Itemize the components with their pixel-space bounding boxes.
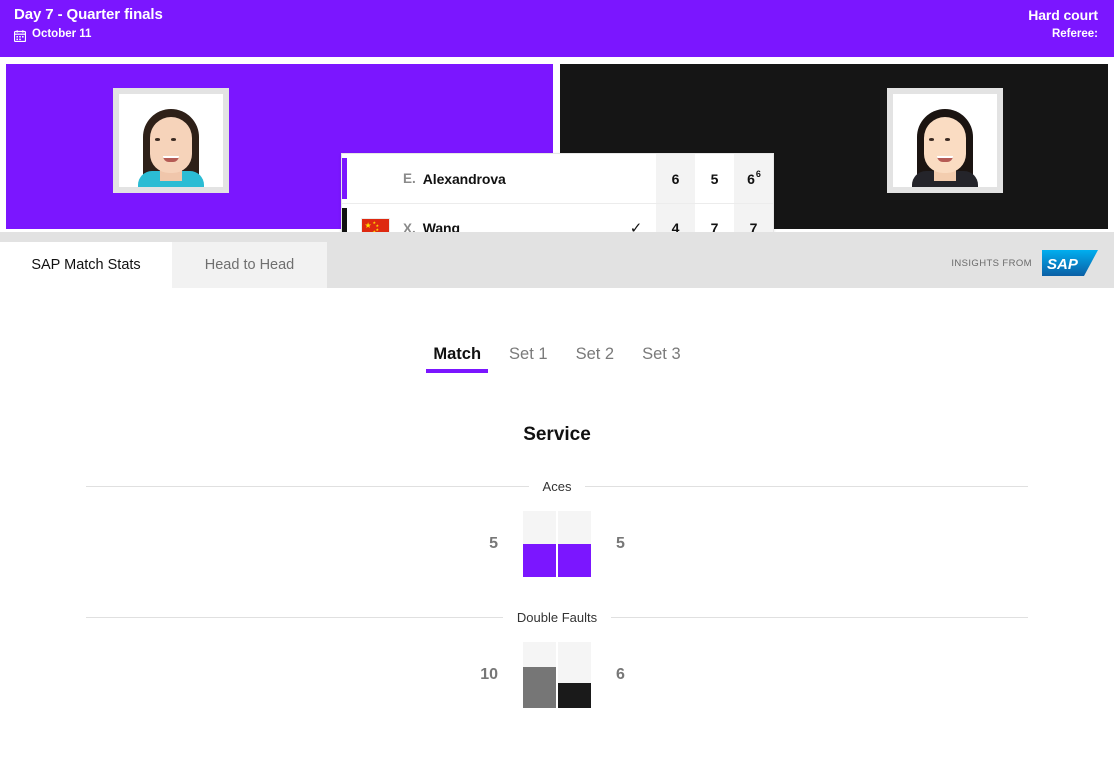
player-one-set1-score: 6 [656,154,695,203]
stat-label-aces: Aces [528,478,586,494]
player-one-set2-score: 5 [695,154,734,203]
setnav-item-set-1[interactable]: Set 1 [509,345,548,373]
player-one-winner-check [616,154,656,203]
tab-sap-match-stats-label: SAP Match Stats [31,257,141,273]
page-title: Day 7 - Quarter finals [14,6,163,23]
stat-block-double-faults: Double Faults 10 6 [0,609,1114,708]
player-one-initial: E. [403,171,416,186]
stat-label-double-faults: Double Faults [502,609,612,625]
player-one-set2-games: 5 [710,170,719,187]
stat-value-aces-right: 5 [616,535,625,552]
stat-bar-aces-right [558,511,591,577]
main-tabbar: SAP Match Stats Head to Head INSIGHTS FR… [0,232,1114,288]
setnav-item-set-2[interactable]: Set 2 [576,345,615,373]
player-two-set2-score: 7 [695,204,734,232]
tab-head-to-head-label: Head to Head [204,257,295,273]
player-one-photo [113,88,229,193]
player-two-set2-games: 7 [710,220,719,232]
scoreboard-row-player-one[interactable]: E. Alexandrova 6 5 66 [342,154,773,203]
stat-value-double-faults-left: 10 [480,666,498,683]
stat-divider-aces: Aces [86,478,1028,494]
setnav-item-match-label: Match [433,345,482,363]
tab-sap-match-stats[interactable]: SAP Match Stats [0,242,172,288]
player-two-set3-games: 7 [749,220,758,232]
china-flag-icon: ★ ★ ★ ★ ★ [361,219,389,232]
set-navigation: Match Set 1 Set 2 Set 3 [0,345,1114,373]
court-surface: Hard court [1028,7,1098,23]
stat-bar-double-faults-right [558,642,591,708]
player-two-photo [887,88,1003,193]
player-one-surname: Alexandrova [422,170,506,187]
tab-head-to-head[interactable]: Head to Head [172,242,327,288]
stat-bar-double-faults-right-fill [558,682,591,708]
insights-from-label: INSIGHTS FROM [951,257,1032,269]
stat-bar-double-faults-left [523,642,556,708]
stat-bars-aces: 5 5 [0,511,1114,577]
player-two-flag-cell: ★ ★ ★ ★ ★ [347,204,403,232]
sap-logo-icon: SAP [1042,250,1098,276]
header-right-group: Hard court Referee: [1028,5,1098,41]
header-left-group: Day 7 - Quarter finals October 11 [13,5,163,42]
setnav-item-set-3[interactable]: Set 3 [642,345,681,373]
stats-content: Match Set 1 Set 2 Set 3 Service Aces 5 5 [0,345,1114,708]
stat-block-aces: Aces 5 5 [0,478,1114,577]
insights-from-group: INSIGHTS FROM SAP [951,250,1098,276]
player-two-set3-score: 7 [734,204,773,232]
setnav-item-match[interactable]: Match [426,345,489,373]
svg-text:SAP: SAP [1047,256,1079,273]
player-two-set1-games: 4 [671,220,680,232]
player-two-initial: X. [403,220,416,233]
players-hero-band: E. Alexandrova 6 5 66 ★ ★ ★ ★ ★ X. Wang … [0,57,1114,232]
player-one-set3-games: 6 [747,170,755,187]
match-header: Day 7 - Quarter finals October 11 Hard c… [0,0,1114,57]
match-date: October 11 [32,28,92,40]
stat-bar-aces-left [523,511,556,577]
player-two-set1-score: 4 [656,204,695,232]
section-title-service: Service [523,424,591,445]
scoreboard-row-player-two[interactable]: ★ ★ ★ ★ ★ X. Wang ✓ 4 7 7 [342,203,773,232]
referee-label: Referee: [1051,28,1098,40]
stat-bar-double-faults-left-fill [523,667,556,708]
player-two-name-cell: X. Wang [403,204,616,232]
player-two-winner-check: ✓ [629,220,643,232]
stat-bars-double-faults: 10 6 [0,642,1114,708]
setnav-item-set-3-label: Set 3 [642,345,681,363]
calendar-icon [13,29,27,42]
stat-value-aces-left: 5 [489,535,498,552]
player-one-set1-games: 6 [671,170,680,187]
player-one-flag-cell [347,154,403,203]
stat-divider-double-faults: Double Faults [86,609,1028,625]
player-two-surname: Wang [422,220,460,232]
setnav-item-set-1-label: Set 1 [509,345,548,363]
setnav-active-underline [426,369,489,373]
match-date-row: October 11 [13,28,163,42]
player-one-set3-score: 66 [734,154,773,203]
player-one-set3-tiebreak: 6 [755,168,761,179]
setnav-item-set-2-label: Set 2 [575,345,615,363]
scoreboard: E. Alexandrova 6 5 66 ★ ★ ★ ★ ★ X. Wang … [341,153,774,232]
player-one-name-cell: E. Alexandrova [403,154,616,203]
stat-bar-aces-left-fill [523,544,556,577]
stat-bar-aces-right-fill [558,544,591,577]
stat-value-double-faults-right: 6 [616,666,625,683]
